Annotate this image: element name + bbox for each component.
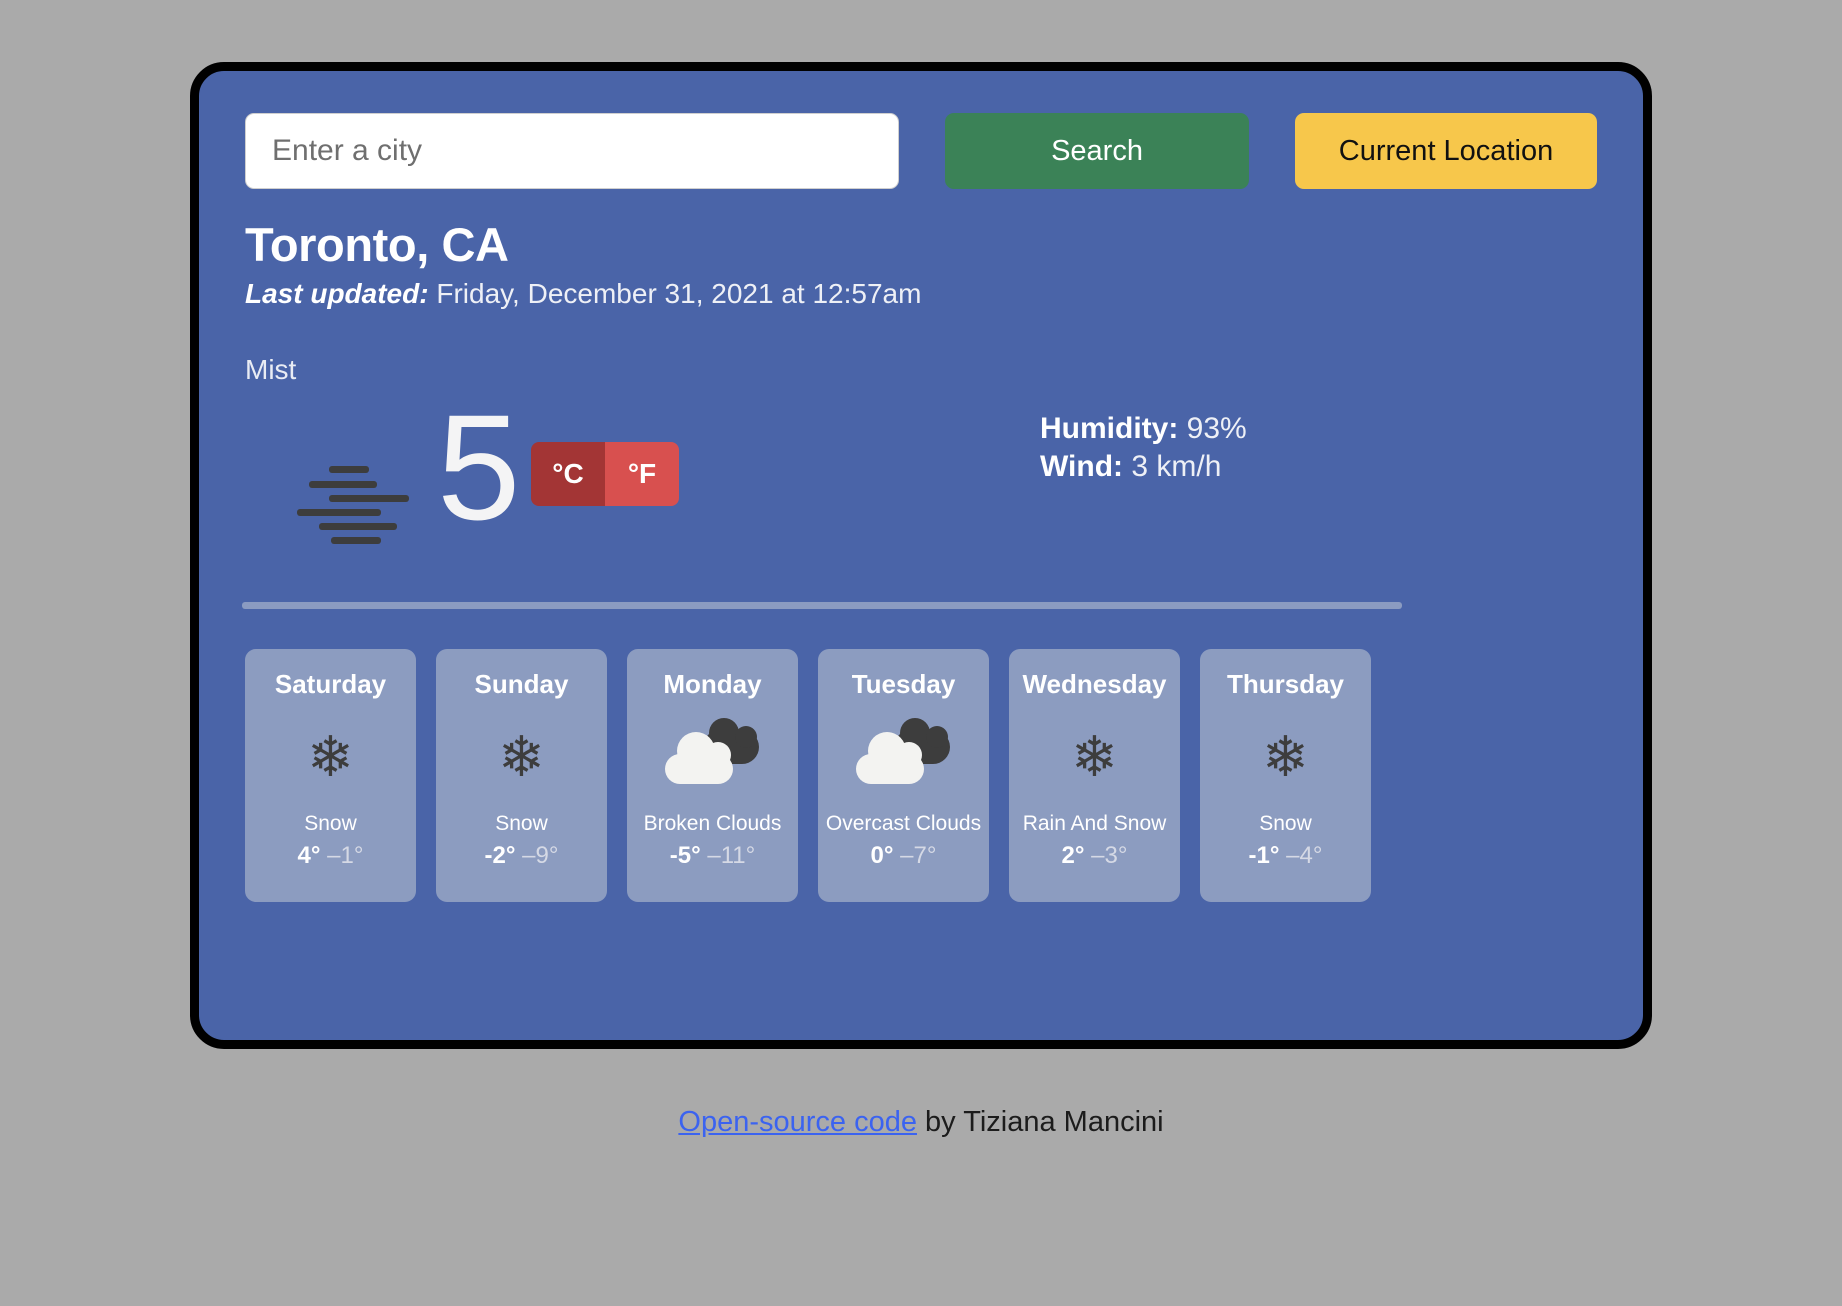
forecast-min: –11°: [707, 842, 756, 869]
open-source-link[interactable]: Open-source code: [678, 1106, 917, 1138]
wind-value: 3 km/h: [1123, 449, 1222, 483]
forecast-card: Sunday ❄ Snow -2° –9°: [436, 649, 607, 902]
forecast-temperatures: -1° –4°: [1249, 842, 1323, 870]
unit-toggle: °C °F: [531, 442, 679, 506]
section-divider: [242, 602, 1402, 609]
forecast-card: Thursday ❄ Snow -1° –4°: [1200, 649, 1371, 902]
snowflake-icon: ❄: [1262, 725, 1309, 788]
forecast-min: –1°: [327, 842, 364, 869]
forecast-day: Wednesday: [1022, 669, 1167, 699]
forecast-min: –3°: [1091, 842, 1128, 869]
forecast-description: Rain And Snow: [1022, 812, 1167, 835]
forecast-card: Saturday ❄ Snow 4° –1°: [245, 649, 416, 902]
snowflake-icon: ❄: [1071, 725, 1118, 788]
snowflake-icon: ❄: [498, 725, 545, 788]
forecast-description: Snow: [495, 812, 548, 835]
forecast-temperatures: 2° –3°: [1062, 842, 1128, 870]
last-updated: Last updated: Friday, December 31, 2021 …: [245, 278, 1597, 310]
forecast-min: –4°: [1286, 842, 1323, 869]
celsius-button[interactable]: °C: [531, 442, 605, 506]
forecast-day: Tuesday: [851, 669, 956, 699]
forecast-day: Sunday: [474, 669, 569, 699]
forecast-day: Saturday: [274, 669, 387, 699]
cloud-icon: [627, 718, 798, 788]
forecast-min: –7°: [900, 842, 937, 869]
forecast-max: -5°: [669, 842, 701, 869]
city-search-input[interactable]: [245, 113, 900, 189]
search-row: Search Current Location: [245, 113, 1597, 189]
forecast-list: Saturday ❄ Snow 4° –1° Sunday ❄ Snow -2°…: [245, 649, 1597, 902]
forecast-card: Tuesday Overcast Clouds 0° –7°: [818, 649, 989, 902]
current-condition: Mist: [245, 354, 297, 385]
fahrenheit-button[interactable]: °F: [605, 442, 679, 506]
weather-card: Search Current Location Toronto, CA Last…: [190, 62, 1652, 1049]
weather-app-page: Search Current Location Toronto, CA Last…: [0, 0, 1842, 1306]
forecast-min: –9°: [522, 842, 559, 869]
snowflake-icon: ❄: [307, 725, 354, 788]
forecast-max: 2°: [1061, 842, 1085, 869]
last-updated-value: Friday, December 31, 2021 at 12:57am: [428, 278, 922, 309]
forecast-card: Monday Broken Clouds -5° –11°: [627, 649, 798, 902]
forecast-max: -2°: [484, 842, 516, 869]
wind-label: Wind:: [1040, 449, 1124, 483]
forecast-temperatures: -5° –11°: [670, 842, 755, 870]
current-details: Humidity: 93% Wind: 3 km/h: [1040, 410, 1247, 486]
footer: Open-source code by Tiziana Mancini: [0, 1106, 1842, 1139]
humidity-row: Humidity: 93%: [1040, 410, 1247, 448]
footer-byline: by Tiziana Mancini: [916, 1106, 1164, 1138]
current-location-button[interactable]: Current Location: [1295, 113, 1597, 189]
cloud-icon: [818, 718, 989, 788]
city-name: Toronto, CA: [245, 218, 509, 271]
mist-icon: [297, 462, 415, 544]
search-button[interactable]: Search: [945, 113, 1249, 189]
last-updated-label: Last updated:: [245, 278, 429, 309]
forecast-temperatures: 4° –1°: [298, 842, 364, 870]
forecast-description: Overcast Clouds: [825, 812, 982, 835]
forecast-temperatures: 0° –7°: [871, 842, 937, 870]
forecast-description: Broken Clouds: [643, 812, 782, 835]
forecast-description: Snow: [304, 812, 357, 835]
humidity-value: 93%: [1178, 412, 1247, 445]
forecast-temperatures: -2° –9°: [485, 842, 559, 870]
forecast-max: 4°: [297, 842, 321, 869]
forecast-day: Thursday: [1226, 669, 1345, 699]
current-temperature: 5: [437, 383, 521, 551]
forecast-max: -1°: [1248, 842, 1280, 869]
forecast-max: 0°: [870, 842, 894, 869]
forecast-description: Snow: [1259, 812, 1312, 835]
forecast-card: Wednesday ❄ Rain And Snow 2° –3°: [1009, 649, 1180, 902]
humidity-label: Humidity:: [1040, 412, 1179, 445]
wind-row: Wind: 3 km/h: [1040, 448, 1247, 486]
current-readings-row: 5 °C °F Humidity: 93% Wind: 3 km/h: [245, 392, 1597, 580]
forecast-day: Monday: [663, 669, 762, 699]
